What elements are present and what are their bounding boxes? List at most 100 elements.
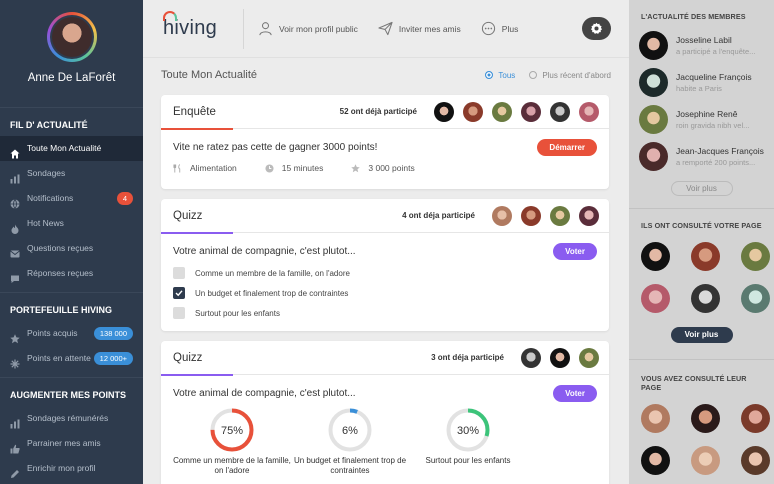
visited-avatar[interactable] [741, 404, 770, 433]
gauge-ring: 30% [446, 408, 490, 452]
vote-button[interactable]: Voter [553, 384, 597, 402]
participant-avatar[interactable] [579, 205, 599, 226]
right-sidebar: L'ACTUALITÉ DES MEMBRES Josseline Labil a… [629, 0, 774, 484]
checkbox[interactable] [173, 267, 185, 279]
sidebar-item-all-news[interactable]: Toute Mon Actualité [0, 136, 143, 161]
sidebar-item-label: Toute Mon Actualité [27, 143, 102, 153]
more-label: Plus [501, 23, 519, 34]
member-avatar[interactable] [639, 31, 668, 60]
quiz-option[interactable]: Comme un membre de la famille, on l'ador… [173, 263, 597, 283]
participant-avatar[interactable] [521, 347, 541, 368]
hiving-logo[interactable]: hiving [163, 11, 243, 40]
participants-count: 4 ont déja participé [402, 211, 475, 220]
visited-avatar[interactable] [641, 404, 670, 433]
meta-category: Alimentation [173, 163, 237, 173]
option-label: Un budget et finalement trop de contrain… [195, 288, 349, 298]
bar-chart-icon [10, 414, 20, 428]
card-header: Enquête 52 ont déjà participé [161, 95, 609, 130]
sidebar-item-label: Parrainer mes amis [27, 438, 101, 448]
member-activity: a remporté 200 points... [676, 157, 756, 167]
checkbox-checked[interactable] [173, 287, 185, 299]
visited-grid [629, 398, 774, 475]
quiz-option[interactable]: Un budget et finalement trop de contrain… [173, 283, 597, 303]
participant-avatar[interactable] [434, 101, 454, 122]
filter-recent-radio[interactable]: Plus récent d'abord [529, 71, 611, 80]
visited-avatar[interactable] [741, 446, 770, 475]
sidebar-item-sponsor[interactable]: Parrainer mes amis [0, 431, 143, 456]
participant-avatar[interactable] [521, 205, 541, 226]
sidebar-item-hot-news[interactable]: Hot News [0, 211, 143, 236]
fork-knife-icon [173, 163, 181, 173]
participant-avatar[interactable] [550, 205, 570, 226]
see-more-visitors-button[interactable]: Voir plus [670, 327, 733, 343]
member-item[interactable]: Jacqueline François habite a Paris [629, 64, 774, 101]
participant-avatar[interactable] [492, 205, 512, 226]
sidebar-item-notifications[interactable]: Notifications 4 [0, 186, 143, 211]
visitor-avatar[interactable] [641, 242, 670, 271]
member-item[interactable]: Jean-Jacques François a remporté 200 poin… [629, 138, 774, 175]
checkbox[interactable] [173, 307, 185, 319]
members-activity-title: L'ACTUALITÉ DES MEMBRES [641, 12, 746, 21]
member-avatar[interactable] [639, 105, 668, 134]
sidebar-item-answers[interactable]: Réponses reçues [0, 261, 143, 286]
member-item[interactable]: Josephine Renê roin gravida nibh vel... [629, 101, 774, 138]
start-button[interactable]: Démarrer [537, 138, 597, 156]
quiz-option[interactable]: Surtout pour les enfants [173, 303, 597, 323]
user-name[interactable]: Anne De LaForêt [0, 72, 143, 84]
globe-icon [10, 194, 20, 209]
participant-avatar[interactable] [463, 101, 483, 122]
card-body: Vite ne ratez pas cette de gagner 3000 p… [161, 129, 609, 183]
card-header: Quizz 4 ont déja participé [161, 199, 609, 234]
more-menu[interactable]: Plus [481, 21, 519, 36]
member-name[interactable]: Jacqueline François [676, 72, 752, 83]
visitor-avatar[interactable] [691, 284, 720, 313]
more-dots-icon [481, 21, 495, 36]
visited-avatar[interactable] [691, 446, 720, 475]
paper-plane-icon [378, 21, 393, 36]
sidebar-item-surveys[interactable]: Sondages [0, 161, 143, 186]
member-name[interactable]: Jean-Jacques François [676, 146, 764, 157]
user-outline-icon [259, 22, 272, 36]
sidebar-item-points-pending[interactable]: Points en attente 12 000+ [0, 346, 143, 371]
sidebar-item-paid-surveys[interactable]: Sondages rémunérés [0, 406, 143, 431]
filter-all-radio[interactable]: Tous [485, 71, 515, 80]
bar-chart-icon [10, 169, 20, 183]
visited-avatar[interactable] [641, 446, 670, 475]
member-name[interactable]: Josephine Renê [676, 109, 749, 120]
sidebar-item-enrich-profile[interactable]: Enrichir mon profil [0, 456, 143, 481]
user-avatar[interactable] [46, 12, 97, 62]
participant-avatar[interactable] [550, 347, 570, 368]
see-more-members-button[interactable]: Voir plus [670, 181, 733, 196]
visitor-avatar[interactable] [741, 284, 770, 313]
participant-avatar[interactable] [492, 101, 512, 122]
visitor-avatar[interactable] [691, 242, 720, 271]
card-body: Votre animal de compagnie, c'est plutot.… [161, 375, 609, 482]
sidebar-item-points-acquired[interactable]: Points acquis 138 000 [0, 321, 143, 346]
participant-avatar[interactable] [579, 101, 599, 122]
visited-title: VOUS AVEZ CONSULTÉ LEUR PAGE [641, 374, 747, 392]
quiz-results-card: Quizz 3 ont déja participé Votre animal … [161, 341, 609, 484]
visitor-avatar[interactable] [741, 242, 770, 271]
visitor-avatar[interactable] [641, 284, 670, 313]
participant-avatar[interactable] [521, 101, 541, 122]
sidebar-item-questions[interactable]: Questions reçues [0, 236, 143, 261]
logo-arc-icon [163, 11, 177, 21]
visited-avatar[interactable] [691, 404, 720, 433]
settings-button[interactable] [582, 17, 611, 40]
gear-icon [590, 22, 603, 34]
member-item[interactable]: Josseline Labil a participé a l'enquête..… [629, 27, 774, 64]
member-name[interactable]: Josseline Labil [676, 35, 755, 46]
card-title: Enquête [161, 95, 237, 130]
public-profile-link[interactable]: Voir mon profil public [258, 21, 358, 36]
star-icon [351, 163, 361, 172]
pencil-icon [10, 464, 20, 478]
invite-friends-link[interactable]: Inviter mes amis [378, 21, 461, 36]
member-avatar[interactable] [639, 68, 668, 97]
participant-avatar[interactable] [579, 347, 599, 368]
gauge-value: 75% [221, 425, 243, 437]
vote-button[interactable]: Voter [553, 242, 597, 260]
card-body: Votre animal de compagnie, c'est plutot.… [161, 233, 609, 329]
participant-avatar[interactable] [550, 101, 570, 122]
meta-duration: 15 minutes [265, 163, 323, 173]
member-avatar[interactable] [639, 142, 668, 171]
